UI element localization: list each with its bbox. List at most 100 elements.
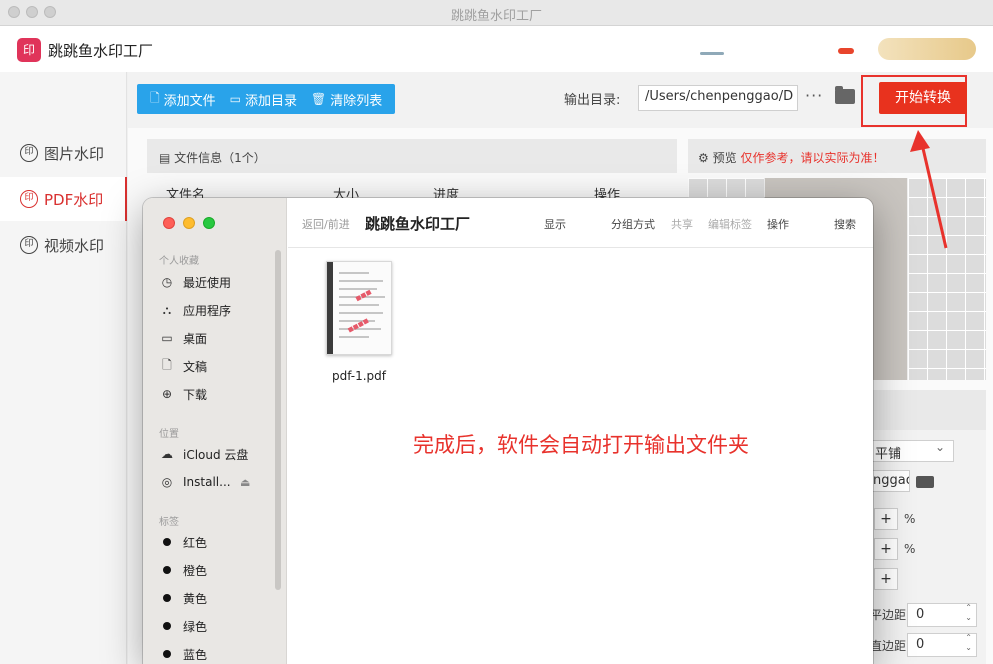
increase-button[interactable]: + xyxy=(874,568,898,590)
eject-icon[interactable]: ⏏ xyxy=(240,476,250,489)
finder-close-button[interactable] xyxy=(163,217,175,229)
folder-icon: ▭ xyxy=(229,92,242,106)
sidebar-item-icloud[interactable]: ☁ iCloud 云盘 xyxy=(159,442,248,466)
notification-badge[interactable] xyxy=(838,48,854,54)
cloud-icon: ☁ xyxy=(161,447,173,461)
horizontal-margin-label: 平边距 xyxy=(870,608,907,622)
start-convert-button[interactable]: 开始转换 xyxy=(879,82,967,114)
tags-section-label: 标签 xyxy=(159,517,179,528)
sidebar-item-recents[interactable]: ◷ 最近使用 xyxy=(159,270,231,294)
sidebar-item-label: 下载 xyxy=(183,387,208,402)
tag-orange[interactable]: 橙色 xyxy=(159,558,207,582)
finder-window: 个人收藏 ◷ 最近使用 ⛬ 应用程序 ▭ 桌面 🗋 文稿 ⊕ 下载 位置 ☁ iCloud … xyxy=(143,198,873,664)
finder-toolbar: 返回/前进 跳跳鱼水印工厂 显示 分组方式 共享 编辑标签 操作 搜索 xyxy=(288,198,873,248)
sidebar-item-pdf-watermark[interactable]: 印 PDF水印 xyxy=(0,177,127,221)
document-icon: ▤ xyxy=(159,151,171,165)
tag-label: 黄色 xyxy=(183,591,208,606)
add-directory-label: 添加目录 xyxy=(245,93,298,109)
vertical-margin-input[interactable]: 0 xyxy=(907,633,977,657)
disk-icon: ◎ xyxy=(161,475,173,489)
layout-mode-select[interactable]: 平铺 xyxy=(870,440,954,462)
sidebar-scrollbar[interactable] xyxy=(275,250,281,590)
clock-icon: ◷ xyxy=(161,275,173,289)
file-button-group: 🗋 添加文件 ▭ 添加目录 🗑 清除列表 xyxy=(137,84,396,114)
preview-label: 预览 xyxy=(712,151,737,165)
sidebar-item-image-watermark[interactable]: 印 图片水印 xyxy=(0,131,127,175)
sidebar-item-label: iCloud 云盘 xyxy=(183,447,249,462)
share-button[interactable]: 共享 xyxy=(671,216,693,232)
back-forward-button[interactable]: 返回/前进 xyxy=(302,216,350,232)
file-info-header: ▤ 文件信息（1个） xyxy=(147,139,677,173)
open-folder-icon[interactable] xyxy=(835,86,855,104)
pdf-file-name[interactable]: pdf-1.pdf xyxy=(324,369,394,383)
sidebar-item-downloads[interactable]: ⊕ 下载 xyxy=(159,382,207,406)
finder-minimize-button[interactable] xyxy=(183,217,195,229)
toolbar: 🗋 添加文件 ▭ 添加目录 🗑 清除列表 输出目录: /Users/chenpengg… xyxy=(128,72,993,128)
finder-content: ■■■ ■■■■ pdf-1.pdf 完成后，软件会自动打开输出文件夹 xyxy=(288,249,873,664)
sidebar: 印 图片水印 印 PDF水印 印 视频水印 xyxy=(0,72,127,664)
pdf-file-thumbnail[interactable]: ■■■ ■■■■ xyxy=(326,261,392,355)
percent-unit: % xyxy=(904,512,916,526)
finder-zoom-button[interactable] xyxy=(203,217,215,229)
sidebar-item-label: 桌面 xyxy=(183,331,208,346)
output-dir-label: 输出目录: xyxy=(564,93,621,108)
more-options-button[interactable]: ··· xyxy=(805,86,823,105)
sidebar-item-label: 最近使用 xyxy=(183,275,232,290)
header-decoration xyxy=(700,52,724,55)
group-button[interactable]: 分组方式 xyxy=(611,216,655,232)
watermark-path-input[interactable]: nggao xyxy=(870,470,910,492)
sidebar-item-label: 视频水印 xyxy=(44,236,105,255)
output-dir-input[interactable]: /Users/chenpenggao/D xyxy=(638,85,798,111)
watermark-icon: 印 xyxy=(20,144,38,162)
preview-note: 仅作参考，请以实际为准！ xyxy=(740,151,885,165)
tag-green[interactable]: 绿色 xyxy=(159,614,207,638)
increase-button[interactable]: + xyxy=(874,508,898,530)
increase-button[interactable]: + xyxy=(874,538,898,560)
folder-icon[interactable] xyxy=(916,476,934,488)
desktop-icon: ▭ xyxy=(161,331,173,345)
search-button[interactable]: 搜索 xyxy=(834,216,856,232)
view-button[interactable]: 显示 xyxy=(544,216,566,232)
watermark-icon: 印 xyxy=(20,236,38,254)
document-icon: 🗋 xyxy=(162,357,172,372)
tag-yellow[interactable]: 黄色 xyxy=(159,586,207,610)
tag-label: 橙色 xyxy=(183,563,208,578)
file-icon: 🗋 xyxy=(150,90,160,105)
sidebar-item-documents[interactable]: 🗋 文稿 xyxy=(159,354,207,378)
locations-section-label: 位置 xyxy=(159,429,179,440)
add-file-button[interactable]: 🗋 添加文件 xyxy=(143,89,223,110)
vip-button[interactable] xyxy=(878,38,976,60)
edit-tags-button[interactable]: 编辑标签 xyxy=(708,216,752,232)
app-header: 印 跳跳鱼水印工厂 xyxy=(0,26,993,72)
trash-icon: 🗑 xyxy=(311,92,327,106)
tag-label: 绿色 xyxy=(183,619,208,634)
sidebar-item-install[interactable]: ◎ Install... xyxy=(159,470,231,494)
watermark-icon: 印 xyxy=(20,190,38,208)
tag-label: 红色 xyxy=(183,535,208,550)
tag-red[interactable]: 红色 xyxy=(159,530,207,554)
favorites-section-label: 个人收藏 xyxy=(159,256,199,267)
app-name: 跳跳鱼水印工厂 xyxy=(48,42,154,60)
sidebar-item-label: 应用程序 xyxy=(183,303,232,318)
action-button[interactable]: 操作 xyxy=(767,216,789,232)
add-directory-button[interactable]: ▭ 添加目录 xyxy=(223,90,304,109)
sidebar-item-desktop[interactable]: ▭ 桌面 xyxy=(159,326,207,350)
tag-dot-icon xyxy=(163,622,171,630)
tag-blue[interactable]: 蓝色 xyxy=(159,642,207,664)
settings-header xyxy=(860,390,986,430)
sidebar-item-video-watermark[interactable]: 印 视频水印 xyxy=(0,223,127,267)
tag-dot-icon xyxy=(163,538,171,546)
vertical-margin-label: 直边距 xyxy=(870,639,907,653)
clear-list-button[interactable]: 🗑 清除列表 xyxy=(304,90,389,109)
tag-label: 蓝色 xyxy=(183,647,208,662)
finder-title: 跳跳鱼水印工厂 xyxy=(365,215,471,233)
sidebar-item-label: Install... xyxy=(183,475,231,489)
annotation-text: 完成后，软件会自动打开输出文件夹 xyxy=(413,433,749,457)
sidebar-item-applications[interactable]: ⛬ 应用程序 xyxy=(159,298,231,322)
app-logo-icon: 印 xyxy=(17,38,41,62)
clear-list-label: 清除列表 xyxy=(330,93,383,109)
applications-icon: ⛬ xyxy=(162,302,172,317)
horizontal-margin-input[interactable]: 0 xyxy=(907,603,977,627)
sidebar-item-label: 图片水印 xyxy=(44,144,105,163)
sidebar-item-label: PDF水印 xyxy=(44,190,104,209)
